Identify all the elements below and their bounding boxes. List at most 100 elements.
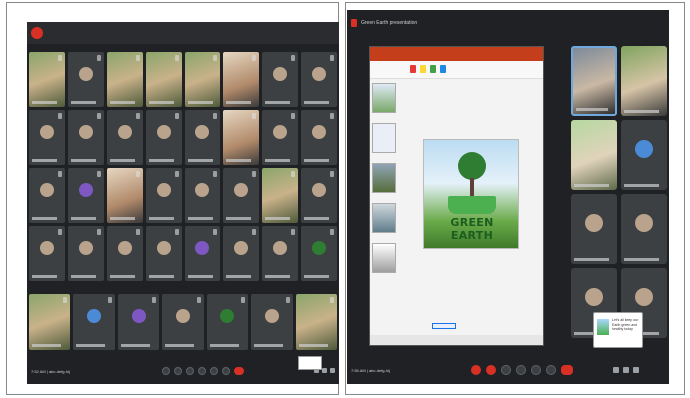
mic-muted-icon: [135, 171, 140, 177]
participant-tile[interactable]: [106, 168, 143, 223]
participant-tile[interactable]: [145, 110, 182, 165]
participant-name-label: [187, 159, 213, 162]
raise-hand-button[interactable]: [198, 367, 206, 375]
chat-icon[interactable]: [633, 367, 639, 373]
slide-thumbnail[interactable]: [372, 243, 396, 273]
participant-tile[interactable]: [29, 226, 65, 281]
participant-tile[interactable]: [184, 226, 221, 281]
participant-tile[interactable]: [106, 226, 143, 281]
participant-tile[interactable]: [301, 52, 337, 107]
record-icon[interactable]: [31, 27, 43, 39]
mic-muted-icon: [252, 55, 257, 61]
pen-icon[interactable]: [430, 65, 436, 73]
participant-tile[interactable]: [301, 226, 337, 281]
participant-tile[interactable]: [162, 294, 204, 350]
participant-tile[interactable]: [184, 168, 221, 223]
participant-tile[interactable]: [223, 168, 260, 223]
zoom-slider[interactable]: [432, 323, 456, 329]
present-button[interactable]: [210, 367, 218, 375]
participant-tile[interactable]: [301, 168, 337, 223]
participant-tile[interactable]: [145, 226, 182, 281]
participant-tile[interactable]: [29, 110, 65, 165]
end-call-button[interactable]: [561, 365, 573, 375]
participant-tile[interactable]: [295, 294, 337, 350]
participant-tile[interactable]: [262, 110, 299, 165]
participant-tile[interactable]: [251, 294, 293, 350]
current-slide[interactable]: GREEN EARTH: [423, 139, 519, 249]
participant-tile[interactable]: [571, 120, 617, 190]
participant-tile[interactable]: [145, 52, 182, 107]
mic-muted-icon: [291, 55, 296, 61]
participant-tile[interactable]: [67, 110, 104, 165]
mic-muted-icon: [174, 55, 179, 61]
captions-button[interactable]: [186, 367, 194, 375]
participant-tile[interactable]: [262, 226, 299, 281]
avatar: [195, 183, 210, 197]
end-call-button[interactable]: [234, 367, 244, 375]
participant-tile[interactable]: [145, 168, 182, 223]
color-swatch-icon[interactable]: [410, 65, 416, 73]
slide-thumbnail[interactable]: [372, 83, 396, 113]
participant-tile[interactable]: [67, 52, 104, 107]
participant-tile[interactable]: [29, 168, 65, 223]
mic-button[interactable]: [162, 367, 170, 375]
participant-name-label: [32, 275, 58, 278]
popup-image: [597, 319, 609, 335]
slide-thumbnail[interactable]: [372, 203, 396, 233]
small-popup[interactable]: [298, 356, 322, 370]
participant-tile[interactable]: [106, 52, 143, 107]
camera-off-button[interactable]: [486, 365, 496, 375]
ppt-status-bar: [370, 335, 543, 345]
participant-tile[interactable]: [206, 294, 249, 350]
participant-name-label: [304, 275, 330, 278]
mic-muted-icon: [152, 297, 157, 303]
avatar: [220, 309, 235, 324]
participant-tile[interactable]: [29, 294, 71, 350]
participant-tile[interactable]: [223, 52, 260, 107]
notification-popup[interactable]: Let's all keep our Earth green and healt…: [593, 312, 643, 348]
more-options-button[interactable]: [222, 367, 230, 375]
participant-tile[interactable]: [571, 46, 617, 116]
slide-thumbnail[interactable]: [372, 163, 396, 193]
participant-tile[interactable]: [301, 110, 337, 165]
mic-muted-icon: [213, 229, 218, 235]
avatar: [78, 241, 93, 255]
participant-tile[interactable]: [106, 110, 143, 165]
participant-name-label: [624, 184, 659, 187]
people-icon[interactable]: [623, 367, 629, 373]
participant-tile[interactable]: [621, 194, 667, 264]
mic-muted-icon: [174, 229, 179, 235]
captions-button[interactable]: [501, 365, 511, 375]
participant-tile[interactable]: [621, 120, 667, 190]
chat-icon[interactable]: [330, 368, 335, 373]
avatar: [156, 183, 171, 197]
mic-muted-icon: [135, 55, 140, 61]
participant-tile[interactable]: [184, 110, 221, 165]
participant-tile[interactable]: [571, 194, 617, 264]
participant-tile[interactable]: [621, 46, 667, 116]
people-icon[interactable]: [322, 368, 327, 373]
participant-tile[interactable]: [73, 294, 115, 350]
participant-tile[interactable]: [223, 110, 260, 165]
participant-tile[interactable]: [29, 52, 65, 107]
slide-thumbnail[interactable]: [372, 123, 396, 153]
participant-name-label: [265, 275, 291, 278]
participant-tile[interactable]: [67, 226, 104, 281]
participant-tile[interactable]: [184, 52, 221, 107]
participant-tile[interactable]: [117, 294, 160, 350]
participant-tile[interactable]: [262, 52, 299, 107]
mic-off-button[interactable]: [471, 365, 481, 375]
info-icon[interactable]: [613, 367, 619, 373]
raise-hand-button[interactable]: [516, 365, 526, 375]
present-button[interactable]: [531, 365, 541, 375]
more-options-button[interactable]: [546, 365, 556, 375]
shape-icon[interactable]: [440, 65, 446, 73]
participant-name-label: [32, 217, 58, 220]
participant-tile[interactable]: [223, 226, 260, 281]
camera-button[interactable]: [174, 367, 182, 375]
mic-muted-icon: [330, 229, 334, 235]
popup-text: Let's all keep our Earth green and healt…: [612, 318, 639, 331]
participant-tile[interactable]: [262, 168, 299, 223]
highlight-icon[interactable]: [420, 65, 426, 73]
participant-tile[interactable]: [67, 168, 104, 223]
